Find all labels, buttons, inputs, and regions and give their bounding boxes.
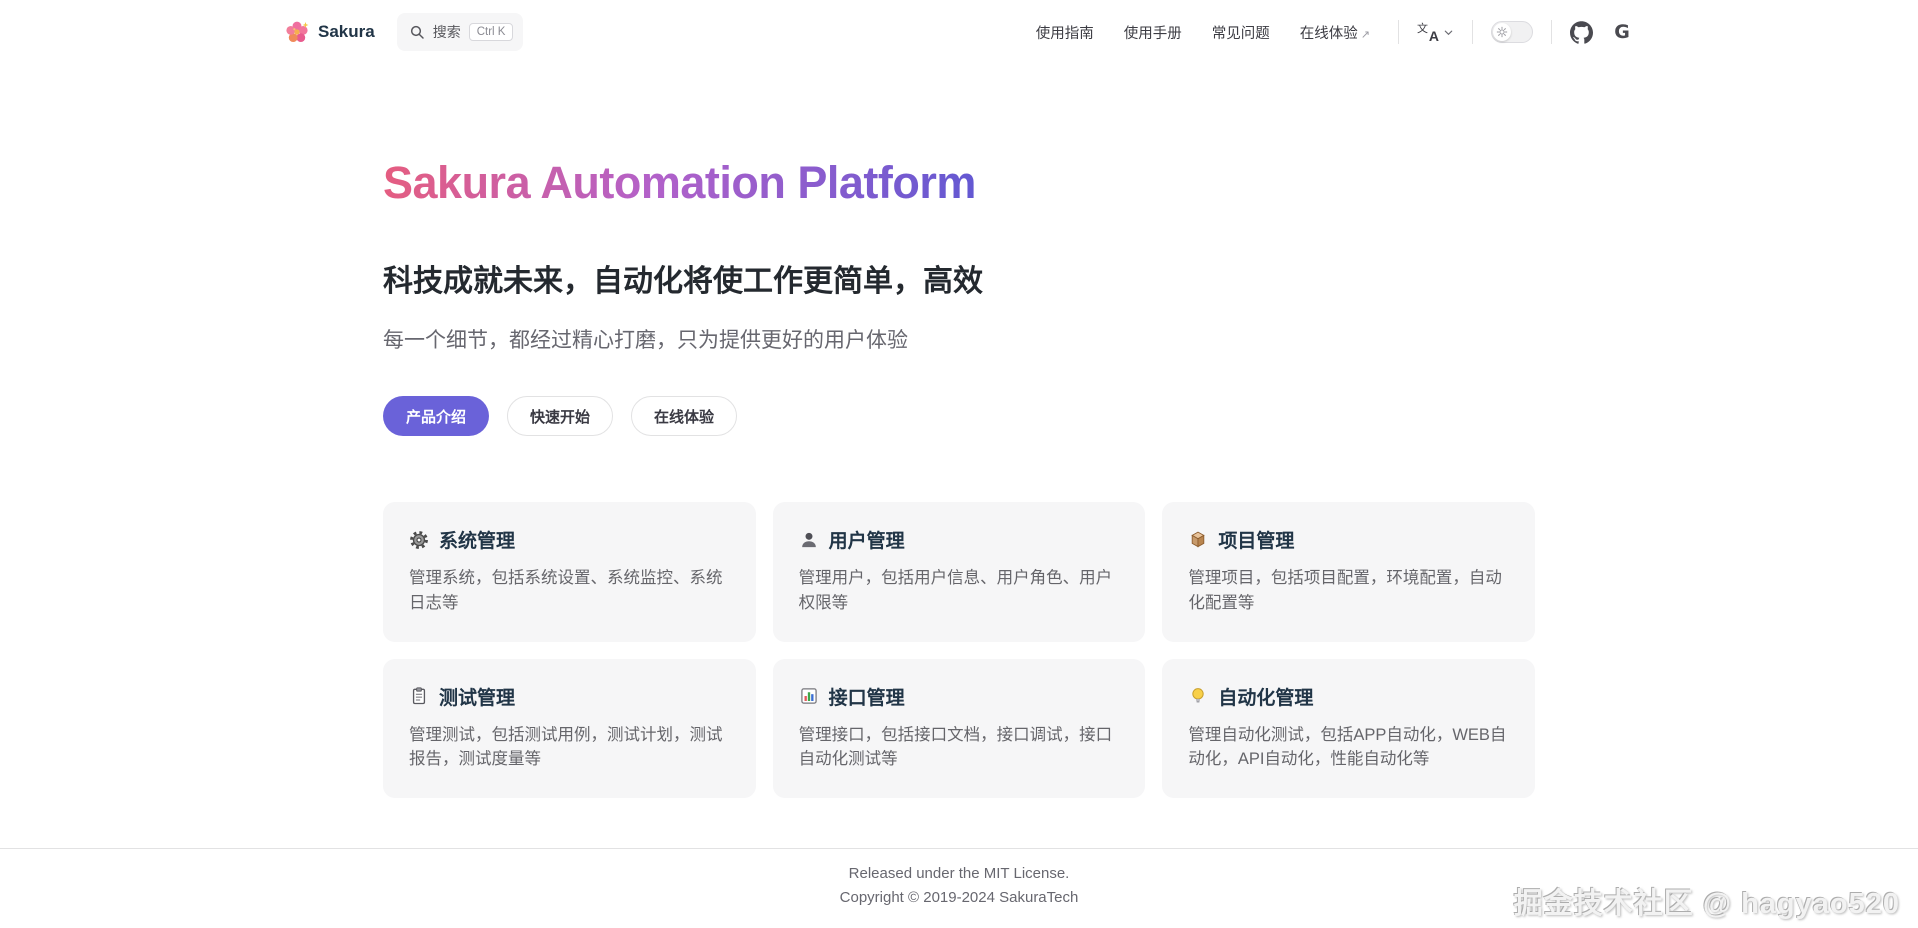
bar-chart-icon: [799, 686, 819, 706]
clipboard-icon: [409, 686, 429, 706]
feature-description: 管理项目，包括项目配置，环境配置，自动化配置等: [1188, 566, 1509, 616]
hero-tagline: 科技成就未来，自动化将使工作更简单，高效: [383, 256, 1535, 300]
divider: [1398, 20, 1399, 44]
feature-title: 项目管理: [1218, 526, 1294, 553]
theme-toggle-switch[interactable]: [1491, 21, 1533, 43]
divider: [1472, 20, 1473, 44]
footer-license: Released under the MIT License.: [0, 865, 1918, 882]
bulb-icon: [1188, 686, 1208, 706]
feature-card-test: 测试管理 管理测试，包括测试用例，测试计划，测试报告，测试度量等: [383, 659, 756, 799]
feature-description: 管理自动化测试，包括APP自动化，WEB自动化，API自动化，性能自动化等: [1188, 723, 1509, 773]
footer-copyright: Copyright © 2019-2024 SakuraTech: [0, 889, 1918, 906]
feature-title: 自动化管理: [1218, 683, 1313, 710]
github-icon: [1570, 21, 1593, 44]
package-icon: [1188, 530, 1208, 550]
homepage: Sakura 搜索 Ctrl K 使用指南 使用手册 常见问题 在线体验↗: [0, 0, 1918, 928]
hero-section: Sakura Automation Platform 科技成就未来，自动化将使工…: [383, 64, 1535, 848]
search-icon: [409, 24, 425, 40]
feature-card-automation: 自动化管理 管理自动化测试，包括APP自动化，WEB自动化，API自动化，性能自…: [1162, 659, 1535, 799]
feature-description: 管理接口，包括接口文档，接口调试，接口自动化测试等: [799, 723, 1120, 773]
feature-description: 管理系统，包括系统设置、系统监控、系统日志等: [409, 566, 730, 616]
feature-title: 系统管理: [439, 526, 515, 553]
search-shortcut-badge: Ctrl K: [469, 23, 514, 41]
translate-icon: 文 A: [1417, 22, 1439, 42]
sun-icon: [1493, 23, 1511, 41]
chevron-down-icon: [1443, 27, 1454, 38]
quick-start-button[interactable]: 快速开始: [507, 396, 613, 436]
nav-link-faq[interactable]: 常见问题: [1212, 22, 1270, 43]
divider: [1551, 20, 1552, 44]
online-demo-button[interactable]: 在线体验: [631, 396, 737, 436]
nav-menu: 使用指南 使用手册 常见问题 在线体验↗ 文 A: [1006, 20, 1633, 44]
feature-grid: 系统管理 管理系统，包括系统设置、系统监控、系统日志等 用户管理 管理用户，包括…: [383, 502, 1535, 798]
feature-card-system: 系统管理 管理系统，包括系统设置、系统监控、系统日志等: [383, 502, 756, 642]
github-link[interactable]: [1570, 21, 1593, 44]
language-selector[interactable]: 文 A: [1417, 22, 1454, 42]
sakura-flower-logo-icon: [285, 20, 309, 44]
gitee-icon: G: [1611, 21, 1633, 43]
hero-subtitle: 每一个细节，都经过精心打磨，只为提供更好的用户体验: [383, 324, 1535, 354]
feature-card-api: 接口管理 管理接口，包括接口文档，接口调试，接口自动化测试等: [773, 659, 1146, 799]
nav-link-manual[interactable]: 使用手册: [1124, 22, 1182, 43]
page-title: Sakura Automation Platform: [383, 156, 976, 210]
product-intro-button[interactable]: 产品介绍: [383, 396, 489, 436]
feature-card-project: 项目管理 管理项目，包括项目配置，环境配置，自动化配置等: [1162, 502, 1535, 642]
feature-card-user: 用户管理 管理用户，包括用户信息、用户角色、用户权限等: [773, 502, 1146, 642]
footer: Released under the MIT License. Copyrigh…: [0, 848, 1918, 928]
feature-title: 测试管理: [439, 683, 515, 710]
external-link-icon: ↗: [1361, 29, 1370, 41]
feature-title: 接口管理: [829, 683, 905, 710]
gitee-link[interactable]: G: [1611, 21, 1633, 43]
gear-icon: [409, 530, 429, 550]
user-icon: [799, 530, 819, 550]
navbar: Sakura 搜索 Ctrl K 使用指南 使用手册 常见问题 在线体验↗: [0, 0, 1918, 64]
brand-home-link[interactable]: Sakura: [285, 20, 375, 44]
nav-link-guide[interactable]: 使用指南: [1036, 22, 1094, 43]
search-label: 搜索: [433, 22, 461, 42]
feature-description: 管理用户，包括用户信息、用户角色、用户权限等: [799, 566, 1120, 616]
feature-description: 管理测试，包括测试用例，测试计划，测试报告，测试度量等: [409, 723, 730, 773]
feature-title: 用户管理: [829, 526, 905, 553]
brand-name: Sakura: [318, 22, 375, 42]
hero-actions: 产品介绍 快速开始 在线体验: [383, 396, 1535, 436]
nav-link-online-demo[interactable]: 在线体验↗: [1300, 22, 1370, 43]
search-input[interactable]: 搜索 Ctrl K: [397, 13, 524, 51]
